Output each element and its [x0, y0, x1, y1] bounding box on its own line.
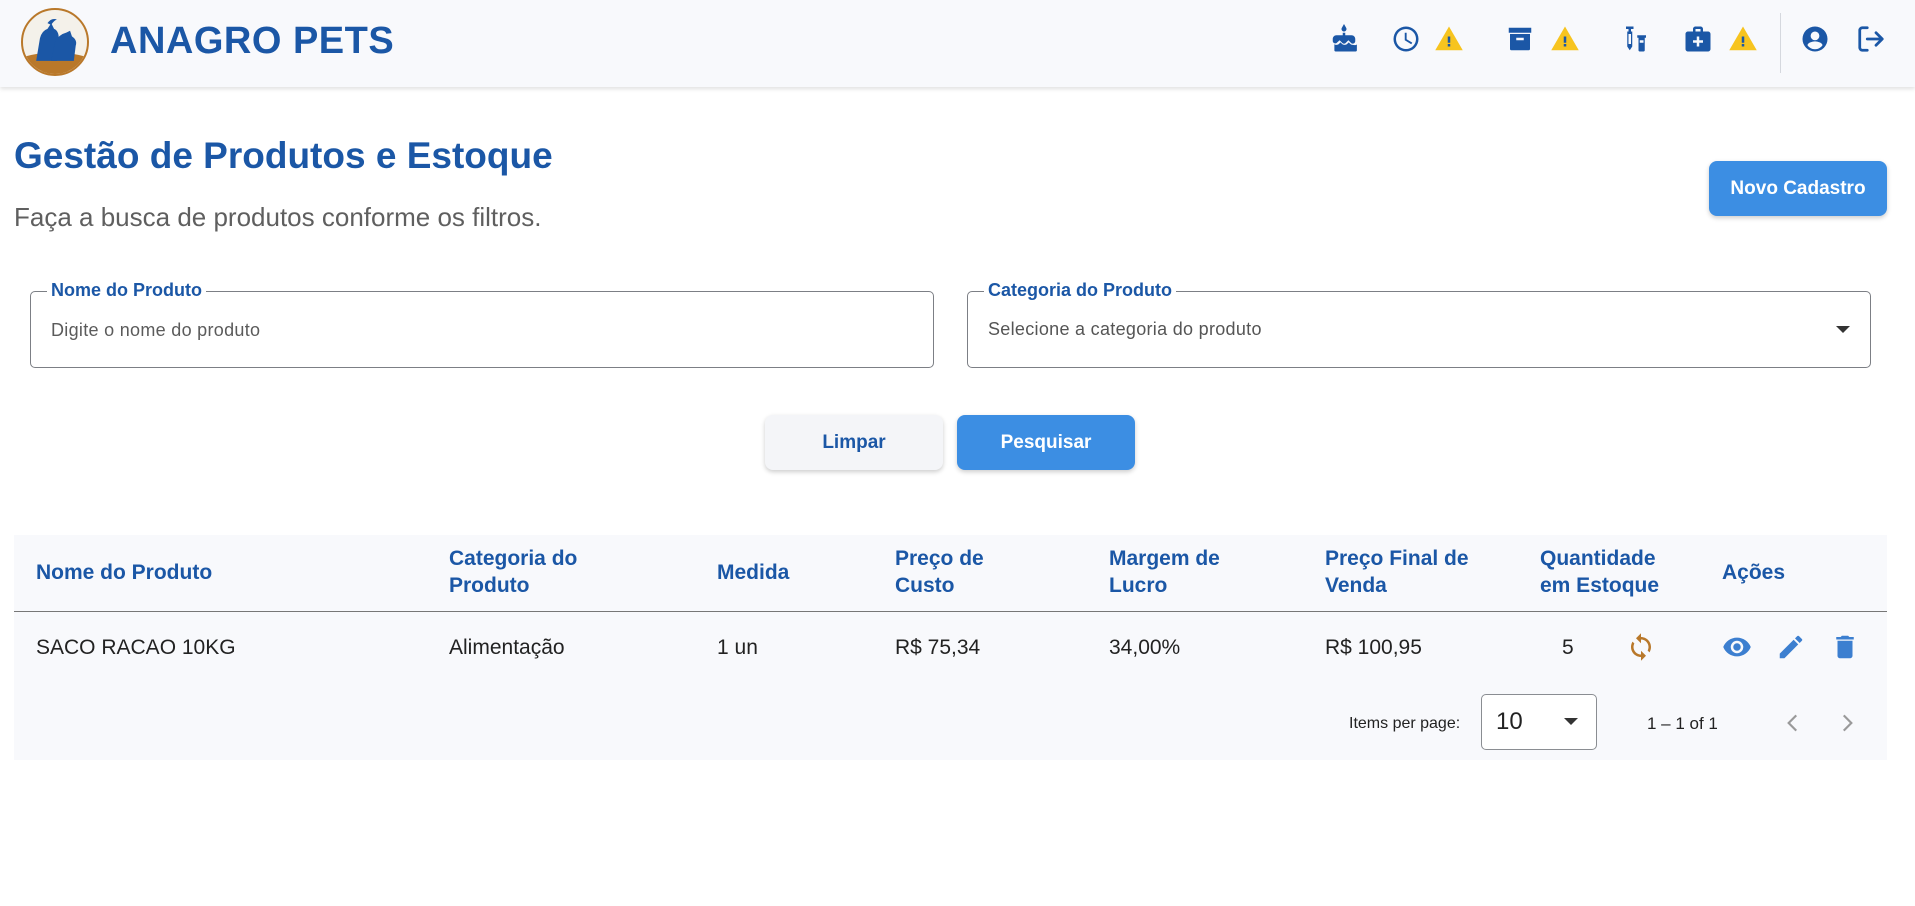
- header-stock-quantity[interactable]: Quantidade em Estoque: [1540, 545, 1659, 599]
- header-measure[interactable]: Medida: [717, 559, 789, 586]
- page-size-select[interactable]: 10: [1481, 694, 1597, 750]
- product-category-select[interactable]: Categoria do Produto Selecione a categor…: [967, 280, 1871, 368]
- table-header: Nome do Produto Categoria do Produto Medi…: [14, 535, 1887, 612]
- page-size-value: 10: [1496, 708, 1523, 735]
- logout-icon[interactable]: [1854, 22, 1888, 56]
- vaccine-icon[interactable]: [1619, 22, 1653, 56]
- product-name-label: Nome do Produto: [47, 280, 206, 301]
- cell-cost-price: R$ 75,34: [895, 636, 981, 659]
- cell-measure: 1 un: [717, 636, 758, 659]
- edit-icon[interactable]: [1773, 629, 1809, 665]
- brand-name: ANAGRO PETS: [110, 20, 395, 62]
- refresh-stock-icon[interactable]: [1623, 629, 1659, 665]
- cell-product-name: SACO RACAO 10KG: [36, 636, 236, 659]
- paginator: Items per page: 10 1 – 1 of 1: [14, 694, 1887, 754]
- page-range-label: 1 – 1 of 1: [1647, 714, 1718, 733]
- items-per-page-label: Items per page:: [1349, 715, 1461, 732]
- page-subtitle: Faça a busca de produtos conforme os fil…: [14, 202, 542, 232]
- product-category-placeholder: Selecione a categoria do produto: [988, 319, 1262, 339]
- clear-button[interactable]: Limpar: [765, 415, 943, 470]
- cake-icon[interactable]: [1327, 22, 1361, 56]
- product-name-field[interactable]: Nome do Produto: [30, 280, 934, 368]
- cell-stock-quantity: 5: [1562, 636, 1574, 659]
- chevron-down-icon: [1564, 718, 1578, 725]
- previous-page-icon[interactable]: [1776, 706, 1810, 740]
- products-table: Nome do Produto Categoria do Produto Medi…: [14, 535, 1887, 760]
- header-actions: Ações: [1722, 561, 1786, 584]
- header-final-price[interactable]: Preço Final de Venda: [1325, 545, 1469, 599]
- chevron-down-icon: [1836, 326, 1850, 333]
- page-title: Gestão de Produtos e Estoque: [14, 135, 553, 176]
- header-category[interactable]: Categoria do Produto: [449, 545, 577, 599]
- next-page-icon[interactable]: [1830, 706, 1864, 740]
- product-name-input[interactable]: [51, 320, 818, 341]
- search-button[interactable]: Pesquisar: [957, 415, 1135, 470]
- cell-final-price: R$ 100,95: [1325, 636, 1422, 659]
- header-product-name[interactable]: Nome do Produto: [36, 559, 212, 586]
- brand-logo[interactable]: [21, 8, 89, 76]
- clock-icon[interactable]: [1389, 22, 1423, 56]
- header-profit-margin[interactable]: Margem de Lucro: [1109, 545, 1220, 599]
- delete-icon[interactable]: [1827, 629, 1863, 665]
- warning-icon[interactable]: [1432, 22, 1466, 56]
- cell-profit-margin: 34,00%: [1109, 636, 1181, 659]
- warning-icon[interactable]: [1726, 22, 1760, 56]
- new-record-button[interactable]: Novo Cadastro: [1709, 161, 1887, 216]
- product-category-label: Categoria do Produto: [984, 280, 1176, 301]
- warning-icon[interactable]: [1548, 22, 1582, 56]
- cell-category: Alimentação: [449, 636, 565, 659]
- top-bar: ANAGRO PETS: [0, 0, 1915, 87]
- medkit-icon[interactable]: [1681, 22, 1715, 56]
- account-icon[interactable]: [1798, 22, 1832, 56]
- view-icon[interactable]: [1719, 629, 1755, 665]
- header-cost-price[interactable]: Preço de Custo: [895, 545, 984, 599]
- topbar-divider: [1780, 13, 1781, 73]
- archive-icon[interactable]: [1503, 22, 1537, 56]
